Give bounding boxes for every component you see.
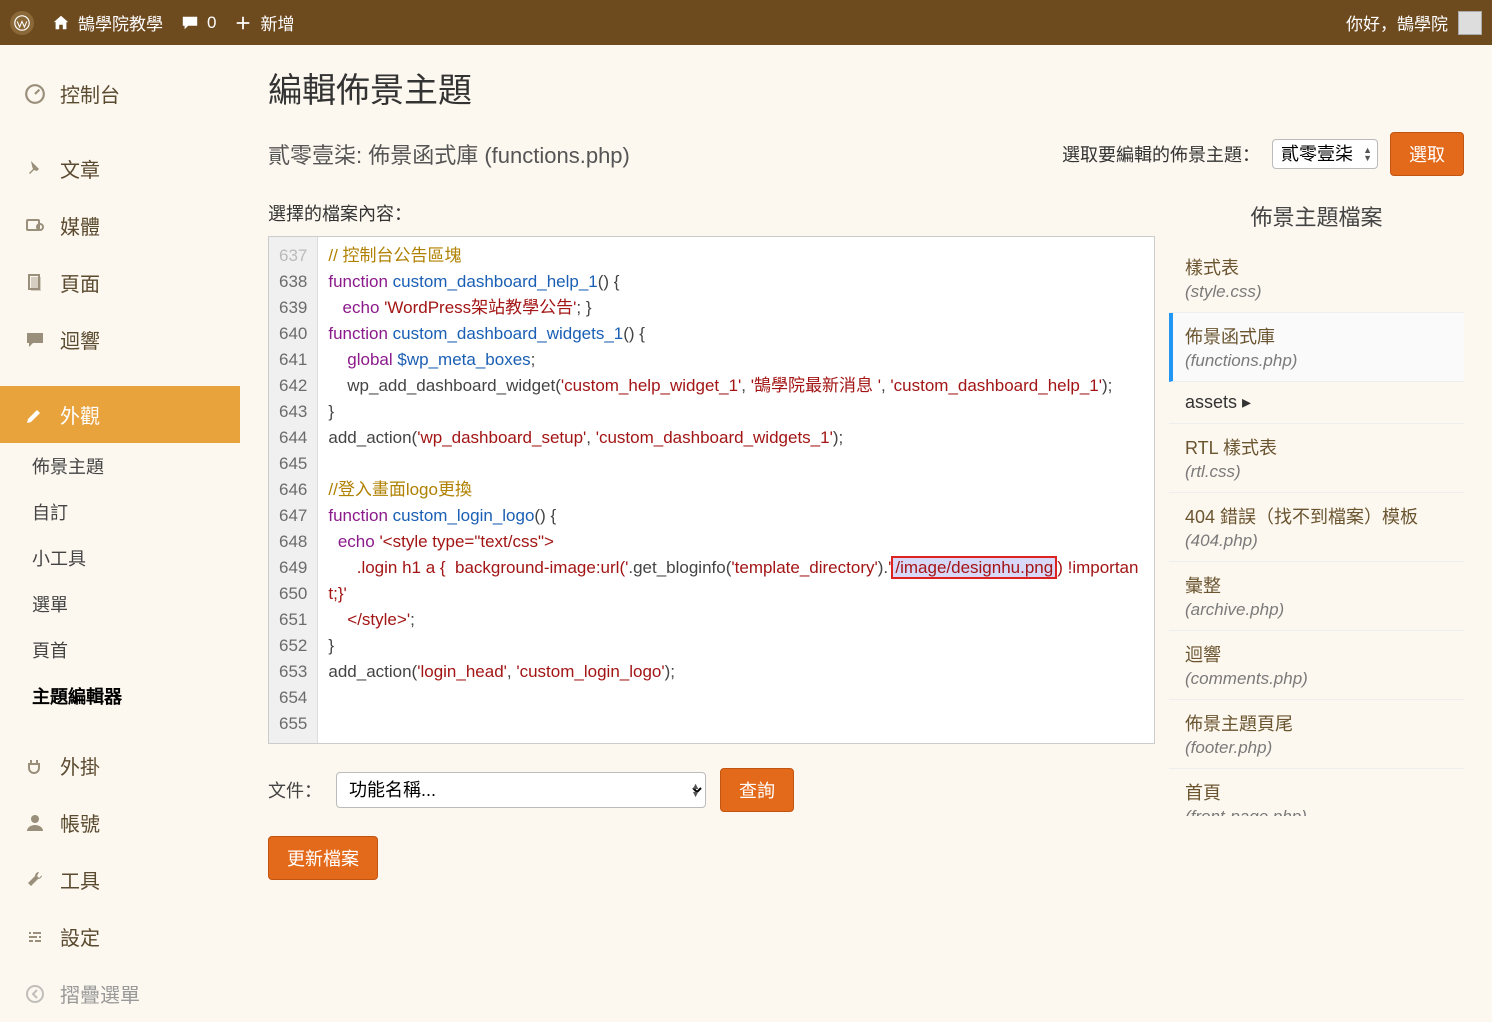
sub-item-customize[interactable]: 自訂 <box>0 489 240 535</box>
sidebar-label: 文章 <box>60 154 100 183</box>
file-label: 佈景函式庫 <box>1185 323 1448 349</box>
file-name: (404.php) <box>1185 531 1448 551</box>
sidebar-item-collapse[interactable]: 摺疊選單 <box>0 965 240 1022</box>
sidebar-label: 摺疊選單 <box>60 979 140 1008</box>
plug-icon <box>24 755 46 777</box>
sidebar-label: 工具 <box>60 865 100 894</box>
file-label: 404 錯誤（找不到檔案）模板 <box>1185 503 1448 529</box>
wrench-icon <box>24 869 46 891</box>
sidebar-item-settings[interactable]: 設定 <box>0 908 240 965</box>
sidebar-label: 媒體 <box>60 211 100 240</box>
code-content[interactable]: // 控制台公告區塊function custom_dashboard_help… <box>318 237 1154 743</box>
file-label: 迴響 <box>1185 641 1448 667</box>
comment-icon <box>181 14 199 32</box>
admin-sidebar: 控制台 文章 媒體 頁面 迴響 外觀 佈景主題 自訂 小工具 選單 頁首 主題編… <box>0 45 240 1022</box>
file-item[interactable]: 佈景函式庫(functions.php) <box>1169 313 1464 382</box>
comments-link[interactable]: 0 <box>181 13 216 33</box>
brush-icon <box>24 404 46 426</box>
sidebar-item-comments[interactable]: 迴響 <box>0 311 240 368</box>
sidebar-label: 控制台 <box>60 79 120 108</box>
file-label: 樣式表 <box>1185 254 1448 280</box>
pin-icon <box>24 158 46 180</box>
theme-select[interactable]: 貳零壹柒 <box>1272 139 1378 169</box>
folder-label: assets <box>1185 392 1237 412</box>
sub-item-menus[interactable]: 選單 <box>0 581 240 627</box>
media-icon <box>24 215 46 237</box>
file-name: (archive.php) <box>1185 600 1448 620</box>
lookup-button[interactable]: 查詢 <box>720 768 794 812</box>
file-item[interactable]: 彙整(archive.php) <box>1169 562 1464 631</box>
doc-function-select[interactable]: 功能名稱... <box>336 772 706 808</box>
comment-count: 0 <box>207 13 216 33</box>
sidebar-label: 外掛 <box>60 751 100 780</box>
file-name: (footer.php) <box>1185 738 1448 758</box>
home-icon <box>52 14 70 32</box>
update-file-button[interactable]: 更新檔案 <box>268 836 378 880</box>
new-content-link[interactable]: 新增 <box>234 10 294 35</box>
greeting[interactable]: 你好，鵠學院 <box>1346 10 1448 35</box>
sidebar-item-media[interactable]: 媒體 <box>0 197 240 254</box>
file-item[interactable]: 404 錯誤（找不到檔案）模板(404.php) <box>1169 493 1464 562</box>
file-name: (style.css) <box>1185 282 1448 302</box>
page-icon <box>24 272 46 294</box>
file-label: RTL 樣式表 <box>1185 434 1448 460</box>
sidebar-item-appearance[interactable]: 外觀 <box>0 386 240 443</box>
code-editor[interactable]: 6376386396406416426436446456466476486496… <box>268 236 1155 744</box>
site-home-link[interactable]: 鵠學院教學 <box>52 10 163 35</box>
file-item[interactable]: 佈景主題頁尾(footer.php) <box>1169 700 1464 769</box>
sidebar-item-dashboard[interactable]: 控制台 <box>0 65 240 122</box>
file-name: (front-page.php) <box>1185 807 1448 816</box>
sidebar-item-pages[interactable]: 頁面 <box>0 254 240 311</box>
sub-item-editor[interactable]: 主題編輯器 <box>0 673 240 719</box>
sidebar-label: 外觀 <box>60 400 100 429</box>
sidebar-label: 頁面 <box>60 268 100 297</box>
plus-icon <box>234 14 252 32</box>
file-content-label: 選擇的檔案內容： <box>268 200 1155 226</box>
file-label: 佈景主題頁尾 <box>1185 710 1448 736</box>
sidebar-item-users[interactable]: 帳號 <box>0 794 240 851</box>
editing-file-subtitle: 貳零壹柒: 佈景函式庫 (functions.php) <box>268 138 630 170</box>
chevron-right-icon: ▸ <box>1242 392 1251 412</box>
page-title: 編輯佈景主題 <box>268 63 1464 112</box>
doc-label: 文件： <box>268 777 322 803</box>
file-item[interactable]: assets ▸ <box>1169 382 1464 424</box>
theme-files-title: 佈景主題檔案 <box>1169 200 1464 232</box>
sub-item-widgets[interactable]: 小工具 <box>0 535 240 581</box>
sidebar-label: 設定 <box>60 922 100 951</box>
sidebar-item-tools[interactable]: 工具 <box>0 851 240 908</box>
theme-files-panel: 佈景主題檔案 樣式表(style.css)佈景函式庫(functions.php… <box>1169 200 1464 880</box>
main-content: 編輯佈景主題 貳零壹柒: 佈景函式庫 (functions.php) 選取要編輯… <box>240 45 1492 1022</box>
file-label: 彙整 <box>1185 572 1448 598</box>
sub-item-themes[interactable]: 佈景主題 <box>0 443 240 489</box>
theme-select-label: 選取要編輯的佈景主題： <box>1062 141 1260 167</box>
avatar[interactable] <box>1458 11 1482 35</box>
comment-icon <box>24 329 46 351</box>
line-gutter: 6376386396406416426436446456466476486496… <box>269 237 318 743</box>
dashboard-icon <box>24 83 46 105</box>
site-title: 鵠學院教學 <box>78 10 163 35</box>
file-item[interactable]: RTL 樣式表(rtl.css) <box>1169 424 1464 493</box>
settings-icon <box>24 926 46 948</box>
wordpress-logo-icon[interactable] <box>10 11 34 35</box>
file-item[interactable]: 迴響(comments.php) <box>1169 631 1464 700</box>
select-theme-button[interactable]: 選取 <box>1390 132 1464 176</box>
file-name: (functions.php) <box>1185 351 1448 371</box>
admin-topbar: 鵠學院教學 0 新增 你好，鵠學院 <box>0 0 1492 45</box>
new-label: 新增 <box>260 10 294 35</box>
file-item[interactable]: 樣式表(style.css) <box>1169 244 1464 313</box>
user-icon <box>24 812 46 834</box>
file-name: (rtl.css) <box>1185 462 1448 482</box>
file-name: (comments.php) <box>1185 669 1448 689</box>
sidebar-item-plugins[interactable]: 外掛 <box>0 737 240 794</box>
sidebar-item-posts[interactable]: 文章 <box>0 140 240 197</box>
sidebar-label: 迴響 <box>60 325 100 354</box>
sub-item-header[interactable]: 頁首 <box>0 627 240 673</box>
sidebar-label: 帳號 <box>60 808 100 837</box>
file-label: 首頁 <box>1185 779 1448 805</box>
collapse-icon <box>24 983 46 1005</box>
file-item[interactable]: 首頁 (front-page.php) <box>1169 769 1464 816</box>
